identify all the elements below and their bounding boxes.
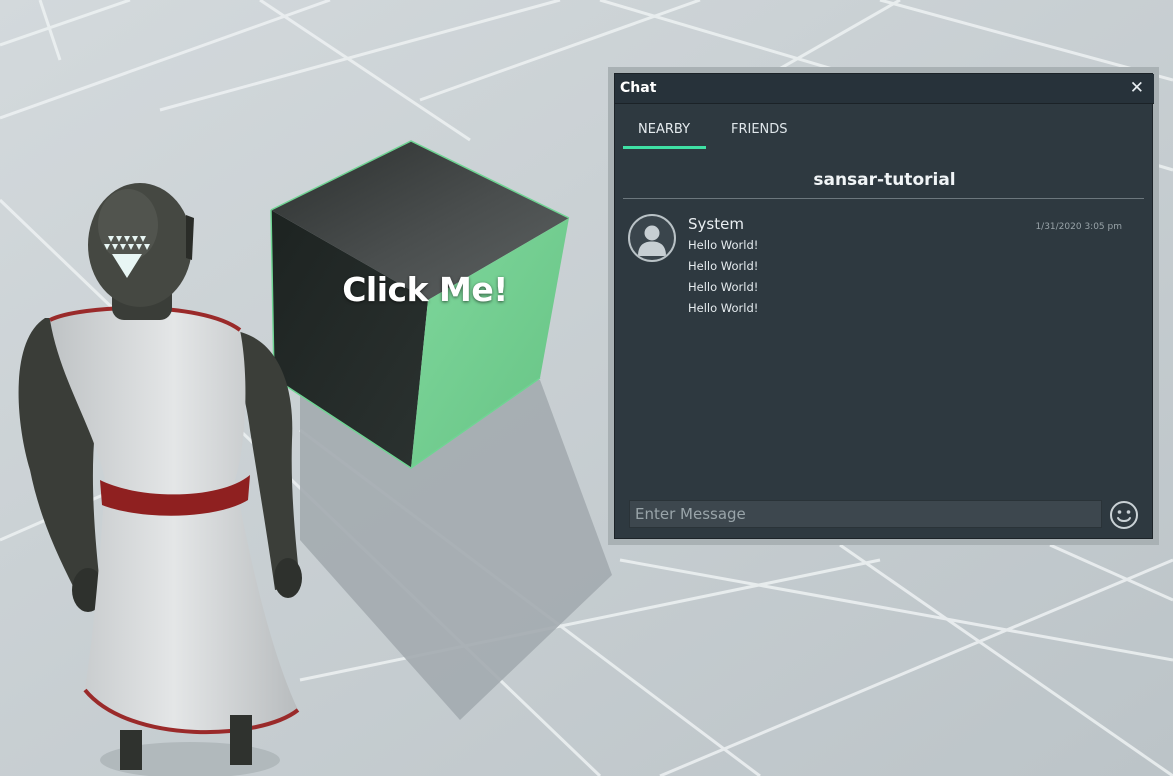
chat-window: Chat ✕ NEARBY FRIENDS sansar-tutorial Sy… — [614, 73, 1154, 539]
room-name: sansar-tutorial — [813, 170, 956, 190]
close-icon[interactable]: ✕ — [1130, 78, 1144, 98]
cube-click-me-label: Click Me! — [342, 270, 508, 309]
divider — [623, 198, 1144, 199]
chat-titlebar[interactable]: Chat ✕ — [615, 74, 1154, 104]
chat-panel-frame: Chat ✕ NEARBY FRIENDS sansar-tutorial Sy… — [608, 67, 1159, 545]
message-input[interactable] — [629, 500, 1102, 528]
message-list: Hello World! Hello World! Hello World! H… — [688, 235, 758, 319]
message-sender: System — [688, 215, 744, 233]
message-text: Hello World! — [688, 280, 759, 294]
user-avatar-icon[interactable] — [628, 214, 676, 262]
smiley-icon[interactable] — [1109, 500, 1139, 530]
active-tab-indicator — [623, 146, 706, 149]
tab-nearby[interactable]: NEARBY — [638, 122, 690, 137]
message-text: Hello World! — [688, 238, 759, 252]
tab-friends[interactable]: FRIENDS — [731, 122, 788, 137]
message-timestamp: 1/31/2020 3:05 pm — [1035, 222, 1122, 232]
message-text: Hello World! — [688, 301, 759, 315]
message-text: Hello World! — [688, 259, 759, 273]
chat-title: Chat — [620, 80, 657, 96]
